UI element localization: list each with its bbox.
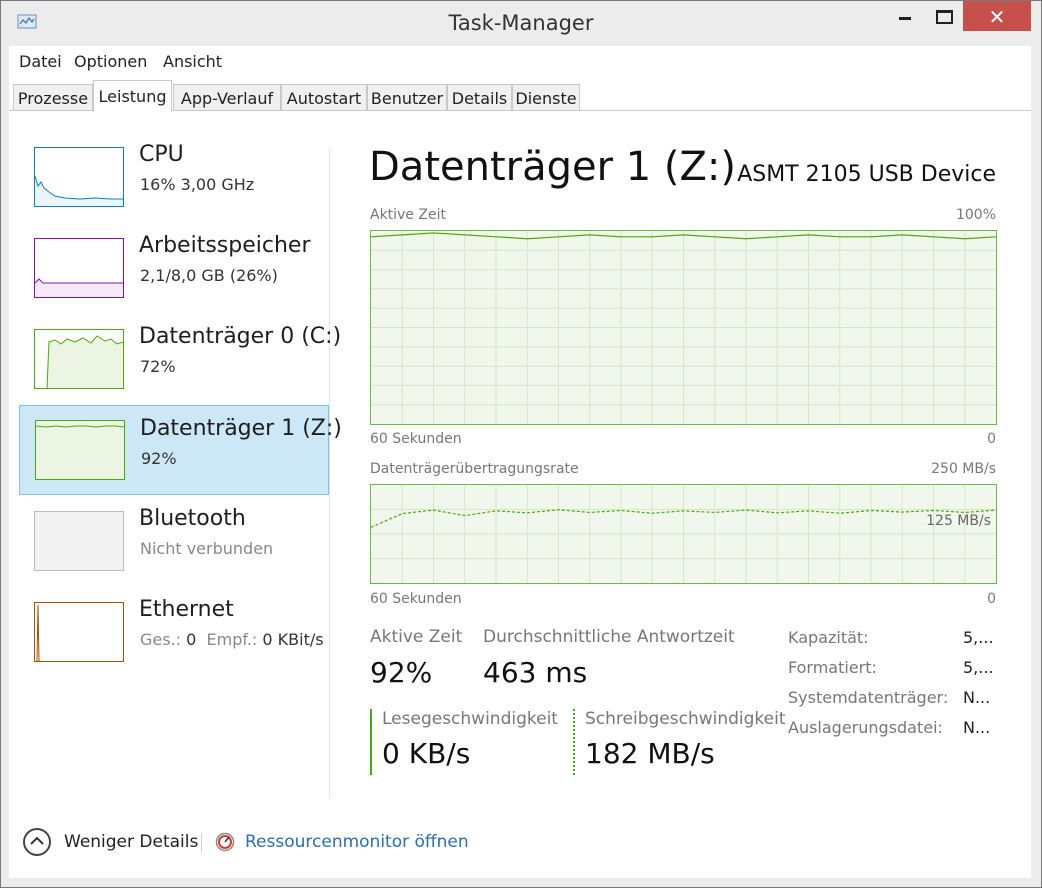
minimize-button[interactable] [881, 1, 927, 31]
page-title: Datenträger 1 (Z:) [369, 144, 737, 190]
sidebar-cpu-sub: 16% 3,00 GHz [140, 175, 255, 194]
read-rate-line [370, 709, 372, 775]
write-speed-label: Schreibgeschwindigkeit [585, 709, 786, 729]
graph2-max: 250 MB/s [931, 461, 996, 477]
ethernet-graph-icon [34, 602, 124, 662]
write-speed-value: 182 MB/s [585, 737, 715, 770]
write-rate-line [573, 709, 575, 775]
formatted-value: 5,... [963, 658, 994, 677]
chevron-up-icon [30, 836, 44, 845]
active-time-graph [370, 230, 997, 425]
resource-monitor-icon[interactable] [215, 832, 235, 852]
device-name: ASMT 2105 USB Device [737, 162, 996, 187]
maximize-icon [936, 10, 953, 24]
read-speed-label: Lesegeschwindigkeit [382, 709, 558, 729]
response-time-value: 463 ms [483, 656, 588, 689]
title-bar: Task-Manager ✕ [1, 1, 1041, 45]
graph2-x-right: 0 [987, 591, 996, 607]
tab-benutzer[interactable]: Benutzer [367, 84, 447, 111]
formatted-label: Formatiert: [788, 658, 877, 677]
sidebar-bluetooth-title: Bluetooth [139, 506, 246, 531]
footer: Weniger Details Ressourcenmonitor öffnen [9, 820, 1031, 878]
sidebar-cpu-title: CPU [139, 142, 184, 167]
active-time-value: 92% [370, 656, 433, 689]
sidebar-item-disk0[interactable]: Datenträger 0 (C:) 72% [19, 320, 341, 410]
sidebar-item-memory[interactable]: Arbeitsspeicher 2,1/8,0 GB (26%) [19, 229, 329, 319]
tab-prozesse[interactable]: Prozesse [13, 84, 93, 111]
disk0-graph-icon [34, 329, 124, 389]
system-disk-label: Systemdatenträger: [788, 688, 949, 707]
sidebar-memory-title: Arbeitsspeicher [139, 233, 311, 258]
transfer-rate-graph [370, 484, 997, 584]
ethernet-empf-label: Empf.: [206, 630, 258, 649]
maximize-button[interactable] [927, 1, 961, 31]
close-button[interactable]: ✕ [963, 1, 1031, 31]
tab-leistung[interactable]: Leistung [93, 80, 172, 112]
system-disk-value: N... [963, 688, 991, 707]
sidebar-disk0-title: Datenträger 0 (C:) [139, 324, 342, 349]
fewer-details-button[interactable] [23, 828, 51, 856]
cpu-graph-icon [34, 147, 124, 207]
tab-app-verlauf[interactable]: App-Verlauf [173, 84, 281, 111]
graph2-mid: 125 MB/s [926, 513, 991, 529]
tab-autostart[interactable]: Autostart [281, 84, 367, 111]
capacity-label: Kapazität: [788, 628, 869, 647]
sidebar-ethernet-title: Ethernet [139, 597, 234, 622]
minimize-icon [899, 17, 911, 20]
task-manager-window: Task-Manager ✕ Datei Optionen Ansicht Pr… [0, 0, 1042, 888]
menu-datei[interactable]: Datei [19, 52, 62, 71]
capacity-value: 5,... [963, 628, 994, 647]
menu-ansicht[interactable]: Ansicht [163, 52, 222, 71]
fewer-details-label[interactable]: Weniger Details [64, 832, 198, 852]
ethernet-ges-value: 0 [186, 630, 197, 649]
read-speed-value: 0 KB/s [382, 737, 471, 770]
pagefile-value: N... [963, 718, 991, 737]
tab-strip: Prozesse Leistung App-Verlauf Autostart … [9, 76, 1031, 112]
sidebar-item-ethernet[interactable]: Ethernet Ges.: 0 Empf.: 0 KBit/s [19, 593, 329, 683]
menu-optionen[interactable]: Optionen [74, 52, 147, 71]
tab-dienste[interactable]: Dienste [512, 84, 580, 111]
sidebar-divider [329, 148, 330, 798]
resource-monitor-link[interactable]: Ressourcenmonitor öffnen [245, 832, 469, 852]
sidebar-item-bluetooth[interactable]: Bluetooth Nicht verbunden [19, 502, 329, 592]
pagefile-label: Auslagerungsdatei: [788, 718, 943, 737]
close-icon: ✕ [988, 5, 1006, 29]
bluetooth-graph-icon [34, 511, 124, 571]
response-time-label: Durchschnittliche Antwortzeit [483, 627, 735, 647]
graph1-x-right: 0 [987, 431, 996, 447]
active-time-label: Aktive Zeit [370, 627, 463, 647]
sidebar-bluetooth-sub: Nicht verbunden [140, 539, 274, 558]
graph1-x-left: 60 Sekunden [370, 431, 462, 447]
sidebar-disk1-title: Datenträger 1 (Z:) [140, 416, 342, 441]
sidebar-ethernet-sub: Ges.: 0 Empf.: 0 KBit/s [140, 630, 324, 649]
tab-details[interactable]: Details [447, 84, 512, 111]
graph1-label: Aktive Zeit [370, 207, 446, 223]
sidebar-disk0-sub: 72% [140, 357, 176, 376]
memory-graph-icon [34, 238, 124, 298]
menu-bar: Datei Optionen Ansicht [9, 46, 1031, 76]
sidebar-item-disk1[interactable]: Datenträger 1 (Z:) 92% [19, 405, 342, 495]
sidebar-item-cpu[interactable]: CPU 16% 3,00 GHz [19, 138, 329, 228]
graph2-x-left: 60 Sekunden [370, 591, 462, 607]
graph2-label: Datenträgerübertragungsrate [370, 461, 579, 477]
graph1-max: 100% [955, 207, 996, 223]
disk1-graph-icon [35, 420, 125, 480]
sidebar-disk1-sub: 92% [141, 449, 177, 468]
footer-divider [201, 834, 202, 852]
sidebar-memory-sub: 2,1/8,0 GB (26%) [140, 266, 278, 285]
performance-content: CPU 16% 3,00 GHz Arbeitsspeicher 2,1/8,0… [9, 112, 1031, 820]
ethernet-ges-label: Ges.: [140, 630, 182, 649]
ethernet-empf-value: 0 KBit/s [262, 630, 324, 649]
